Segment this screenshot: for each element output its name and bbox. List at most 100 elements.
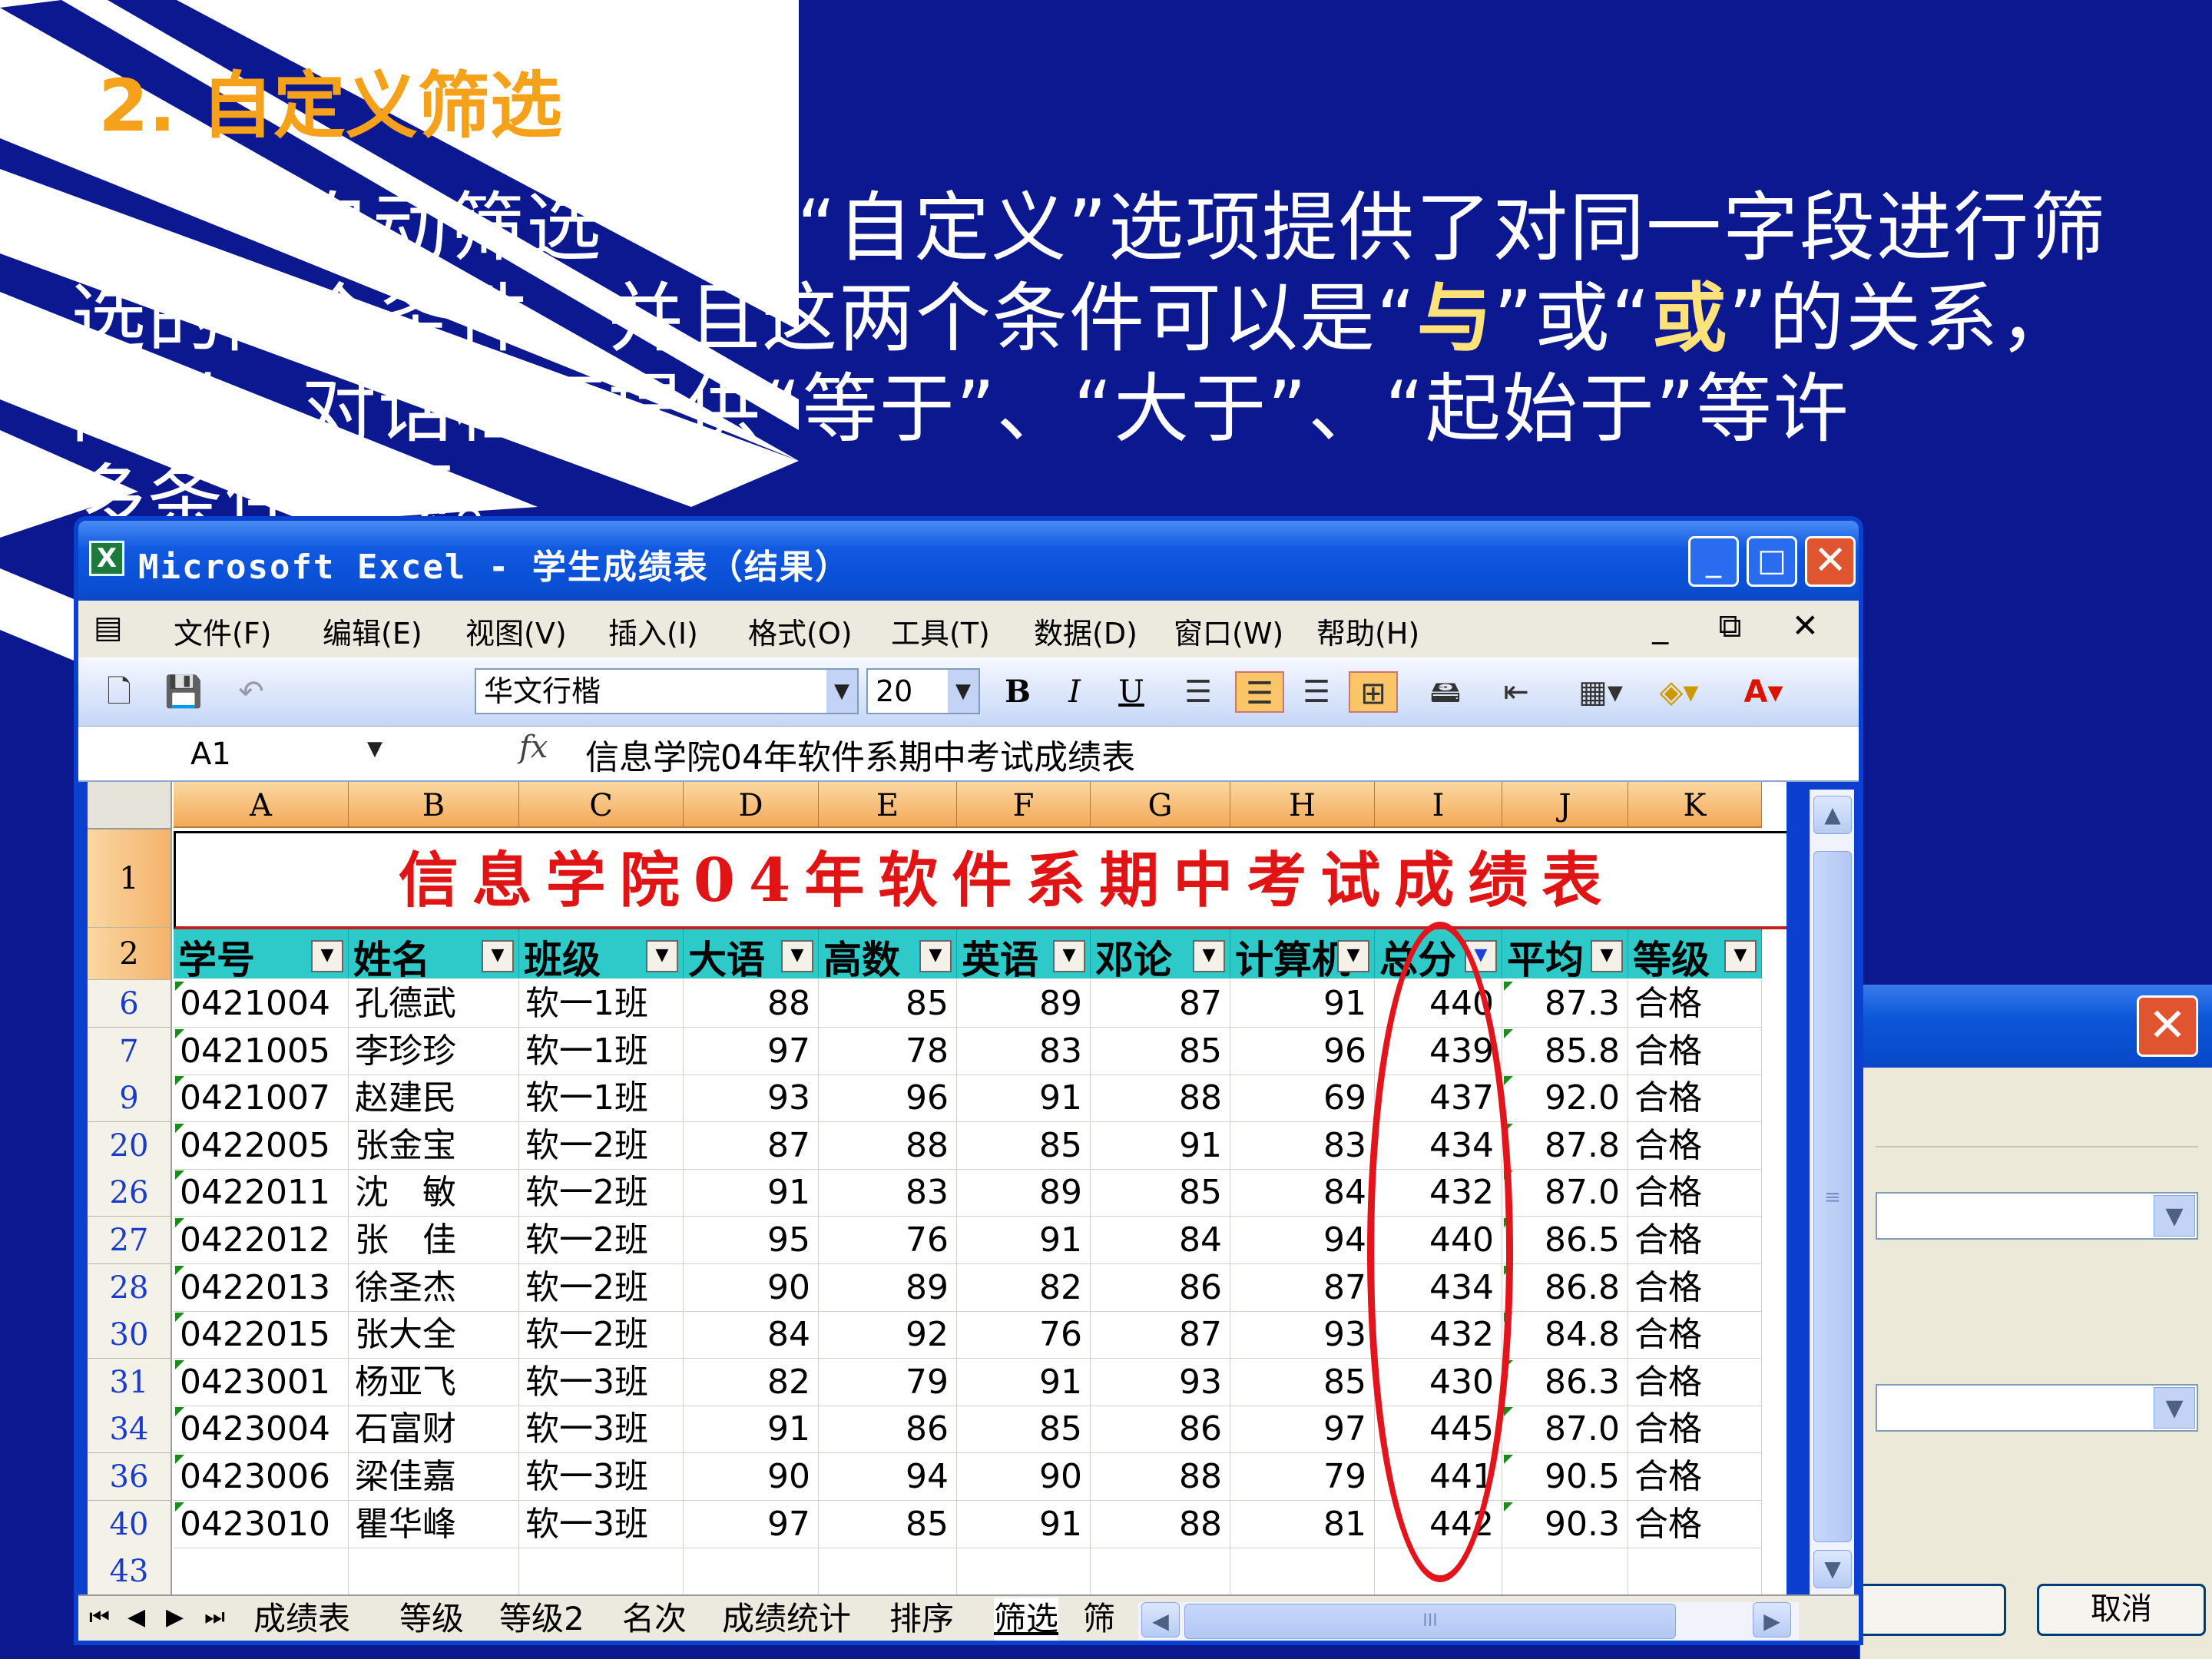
column-header-c[interactable]: C xyxy=(519,782,684,828)
align-left-icon[interactable]: ☰ xyxy=(1177,671,1220,713)
table-cell[interactable]: 94 xyxy=(819,1453,957,1501)
autofilter-dropdown-icon[interactable]: ▼ xyxy=(646,940,678,972)
window-close-button[interactable]: ✕ xyxy=(1805,536,1856,587)
table-cell[interactable]: 0423006 xyxy=(174,1453,349,1501)
table-cell[interactable]: 84 xyxy=(1091,1217,1230,1264)
table-cell[interactable]: 87 xyxy=(1230,1264,1375,1312)
header-cell[interactable]: 英语 ▼ xyxy=(957,929,1091,979)
table-cell[interactable]: 0421007 xyxy=(174,1075,349,1122)
table-cell[interactable]: 杨亚飞 xyxy=(349,1359,519,1406)
menu-item-1[interactable]: 文件(F) xyxy=(174,610,272,652)
table-cell[interactable]: 0421005 xyxy=(174,1028,349,1075)
scroll-left-icon[interactable]: ◀ xyxy=(1141,1602,1180,1637)
row-header[interactable]: 34 xyxy=(88,1406,172,1453)
scroll-down-icon[interactable]: ▼ xyxy=(1813,1550,1852,1588)
column-header-b[interactable]: B xyxy=(349,782,519,828)
table-cell[interactable]: 84.8 xyxy=(1502,1311,1628,1359)
table-cell[interactable]: 87.8 xyxy=(1502,1122,1628,1170)
table-cell[interactable]: 合格 xyxy=(1628,1122,1762,1170)
autofilter-dropdown-icon[interactable]: ▼ xyxy=(311,940,343,972)
condition2-value-select[interactable]: ▼ xyxy=(1876,1384,2198,1432)
table-cell[interactable]: 张 佳 xyxy=(349,1217,519,1264)
header-cell[interactable]: 高数 ▼ xyxy=(819,929,957,979)
table-cell[interactable]: 81 xyxy=(1230,1501,1375,1548)
table-cell[interactable]: 合格 xyxy=(1628,1359,1762,1406)
column-header-i[interactable]: I xyxy=(1375,782,1502,828)
table-cell[interactable]: 85 xyxy=(1091,1169,1230,1217)
table-cell[interactable]: 90.3 xyxy=(1502,1501,1628,1548)
table-cell[interactable]: 87 xyxy=(1091,1311,1230,1359)
column-header-a[interactable]: A xyxy=(174,782,349,828)
row-header[interactable]: 30 xyxy=(88,1311,172,1359)
table-cell[interactable]: 92 xyxy=(819,1311,957,1359)
font-size-select[interactable]: 20 ▼ xyxy=(866,668,980,714)
sheet-tab[interactable]: 成绩统计 xyxy=(722,1598,851,1641)
table-cell[interactable]: 86.5 xyxy=(1502,1217,1628,1264)
table-cell[interactable]: 91 xyxy=(957,1501,1091,1548)
table-cell[interactable]: 89 xyxy=(819,1264,957,1312)
row-header[interactable]: 9 xyxy=(88,1075,172,1122)
table-cell[interactable]: 91 xyxy=(684,1169,819,1217)
table-cell[interactable]: 合格 xyxy=(1628,1075,1762,1122)
table-cell[interactable]: 软一2班 xyxy=(519,1264,684,1312)
undo-icon[interactable]: ↶ xyxy=(232,671,270,713)
table-cell[interactable]: 69 xyxy=(1230,1075,1375,1122)
table-cell[interactable]: 0422005 xyxy=(174,1122,349,1170)
table-cell[interactable]: 85 xyxy=(957,1406,1091,1453)
menu-item-2[interactable]: 编辑(E) xyxy=(323,610,422,652)
table-cell[interactable]: 83 xyxy=(957,1028,1091,1075)
table-cell[interactable]: 91 xyxy=(1230,980,1375,1028)
table-cell[interactable]: 软一2班 xyxy=(519,1169,684,1217)
menu-item-9[interactable]: 帮助(H) xyxy=(1316,610,1419,652)
table-cell[interactable]: 86 xyxy=(1091,1406,1230,1453)
table-cell[interactable]: 91 xyxy=(957,1359,1091,1406)
header-cell[interactable]: 学号 ▼ xyxy=(174,929,349,979)
maximize-button[interactable]: □ xyxy=(1747,536,1797,587)
table-cell[interactable]: 93 xyxy=(684,1075,819,1122)
row-header[interactable]: 40 xyxy=(88,1501,172,1548)
table-cell[interactable]: 软一2班 xyxy=(519,1122,684,1170)
table-cell[interactable]: 合格 xyxy=(1628,1169,1762,1217)
table-cell[interactable] xyxy=(1502,1548,1628,1594)
cancel-button[interactable]: 取消 xyxy=(2037,1584,2206,1636)
menu-item-3[interactable]: 视图(V) xyxy=(465,610,567,652)
fx-icon[interactable]: fx xyxy=(519,730,548,765)
table-cell[interactable]: 孔德武 xyxy=(349,980,519,1028)
formula-input[interactable]: 信息学院04年软件系期中考试成绩表 xyxy=(585,730,1135,779)
table-cell[interactable]: 张大全 xyxy=(349,1311,519,1359)
table-cell[interactable]: 86.8 xyxy=(1502,1264,1628,1312)
last-sheet-icon[interactable]: ⏭ xyxy=(204,1604,225,1631)
table-cell[interactable]: 79 xyxy=(819,1359,957,1406)
table-cell[interactable]: 84 xyxy=(684,1311,819,1359)
row-header[interactable]: 31 xyxy=(88,1359,172,1406)
table-cell[interactable]: 合格 xyxy=(1628,1264,1762,1312)
row-header[interactable]: 26 xyxy=(88,1169,172,1217)
table-cell[interactable]: 0422013 xyxy=(174,1264,349,1312)
sheet-tab[interactable]: 成绩表 xyxy=(253,1598,350,1641)
next-sheet-icon[interactable]: ▶ xyxy=(166,1604,184,1631)
table-cell[interactable]: 83 xyxy=(819,1169,957,1217)
row-header[interactable]: 27 xyxy=(88,1217,172,1264)
ok-button[interactable] xyxy=(1845,1584,2006,1636)
worksheet-grid[interactable]: 信息学院04年软件系期中考试成绩表 A B C D E F G H I J K 1 2 学号 ▼ 姓名 ▼ 班级 ▼… xyxy=(88,782,1786,1594)
column-header-d[interactable]: D xyxy=(684,782,819,828)
dialog-close-button[interactable]: ✕ xyxy=(2137,995,2198,1057)
table-cell[interactable]: 84 xyxy=(1230,1169,1375,1217)
header-cell[interactable]: 邓论 ▼ xyxy=(1091,929,1230,979)
currency-icon[interactable]: 🖴 xyxy=(1424,671,1467,713)
table-cell[interactable]: 76 xyxy=(819,1217,957,1264)
table-cell[interactable]: 88 xyxy=(1091,1501,1230,1548)
table-cell[interactable]: 86 xyxy=(819,1406,957,1453)
column-header-j[interactable]: J xyxy=(1502,782,1628,828)
table-cell[interactable]: 86.3 xyxy=(1502,1359,1628,1406)
table-cell[interactable]: 87 xyxy=(1091,980,1230,1028)
table-cell[interactable]: 90 xyxy=(684,1453,819,1501)
table-cell[interactable]: 李珍珍 xyxy=(349,1028,519,1075)
sheet-tab[interactable]: 等级2 xyxy=(499,1598,584,1641)
table-cell[interactable]: 89 xyxy=(957,980,1091,1028)
table-cell[interactable]: 91 xyxy=(684,1406,819,1453)
autofilter-dropdown-icon[interactable]: ▼ xyxy=(919,940,952,972)
table-cell[interactable]: 沈 敏 xyxy=(349,1169,519,1217)
table-cell[interactable]: 78 xyxy=(819,1028,957,1075)
italic-button[interactable]: I xyxy=(1055,671,1094,713)
